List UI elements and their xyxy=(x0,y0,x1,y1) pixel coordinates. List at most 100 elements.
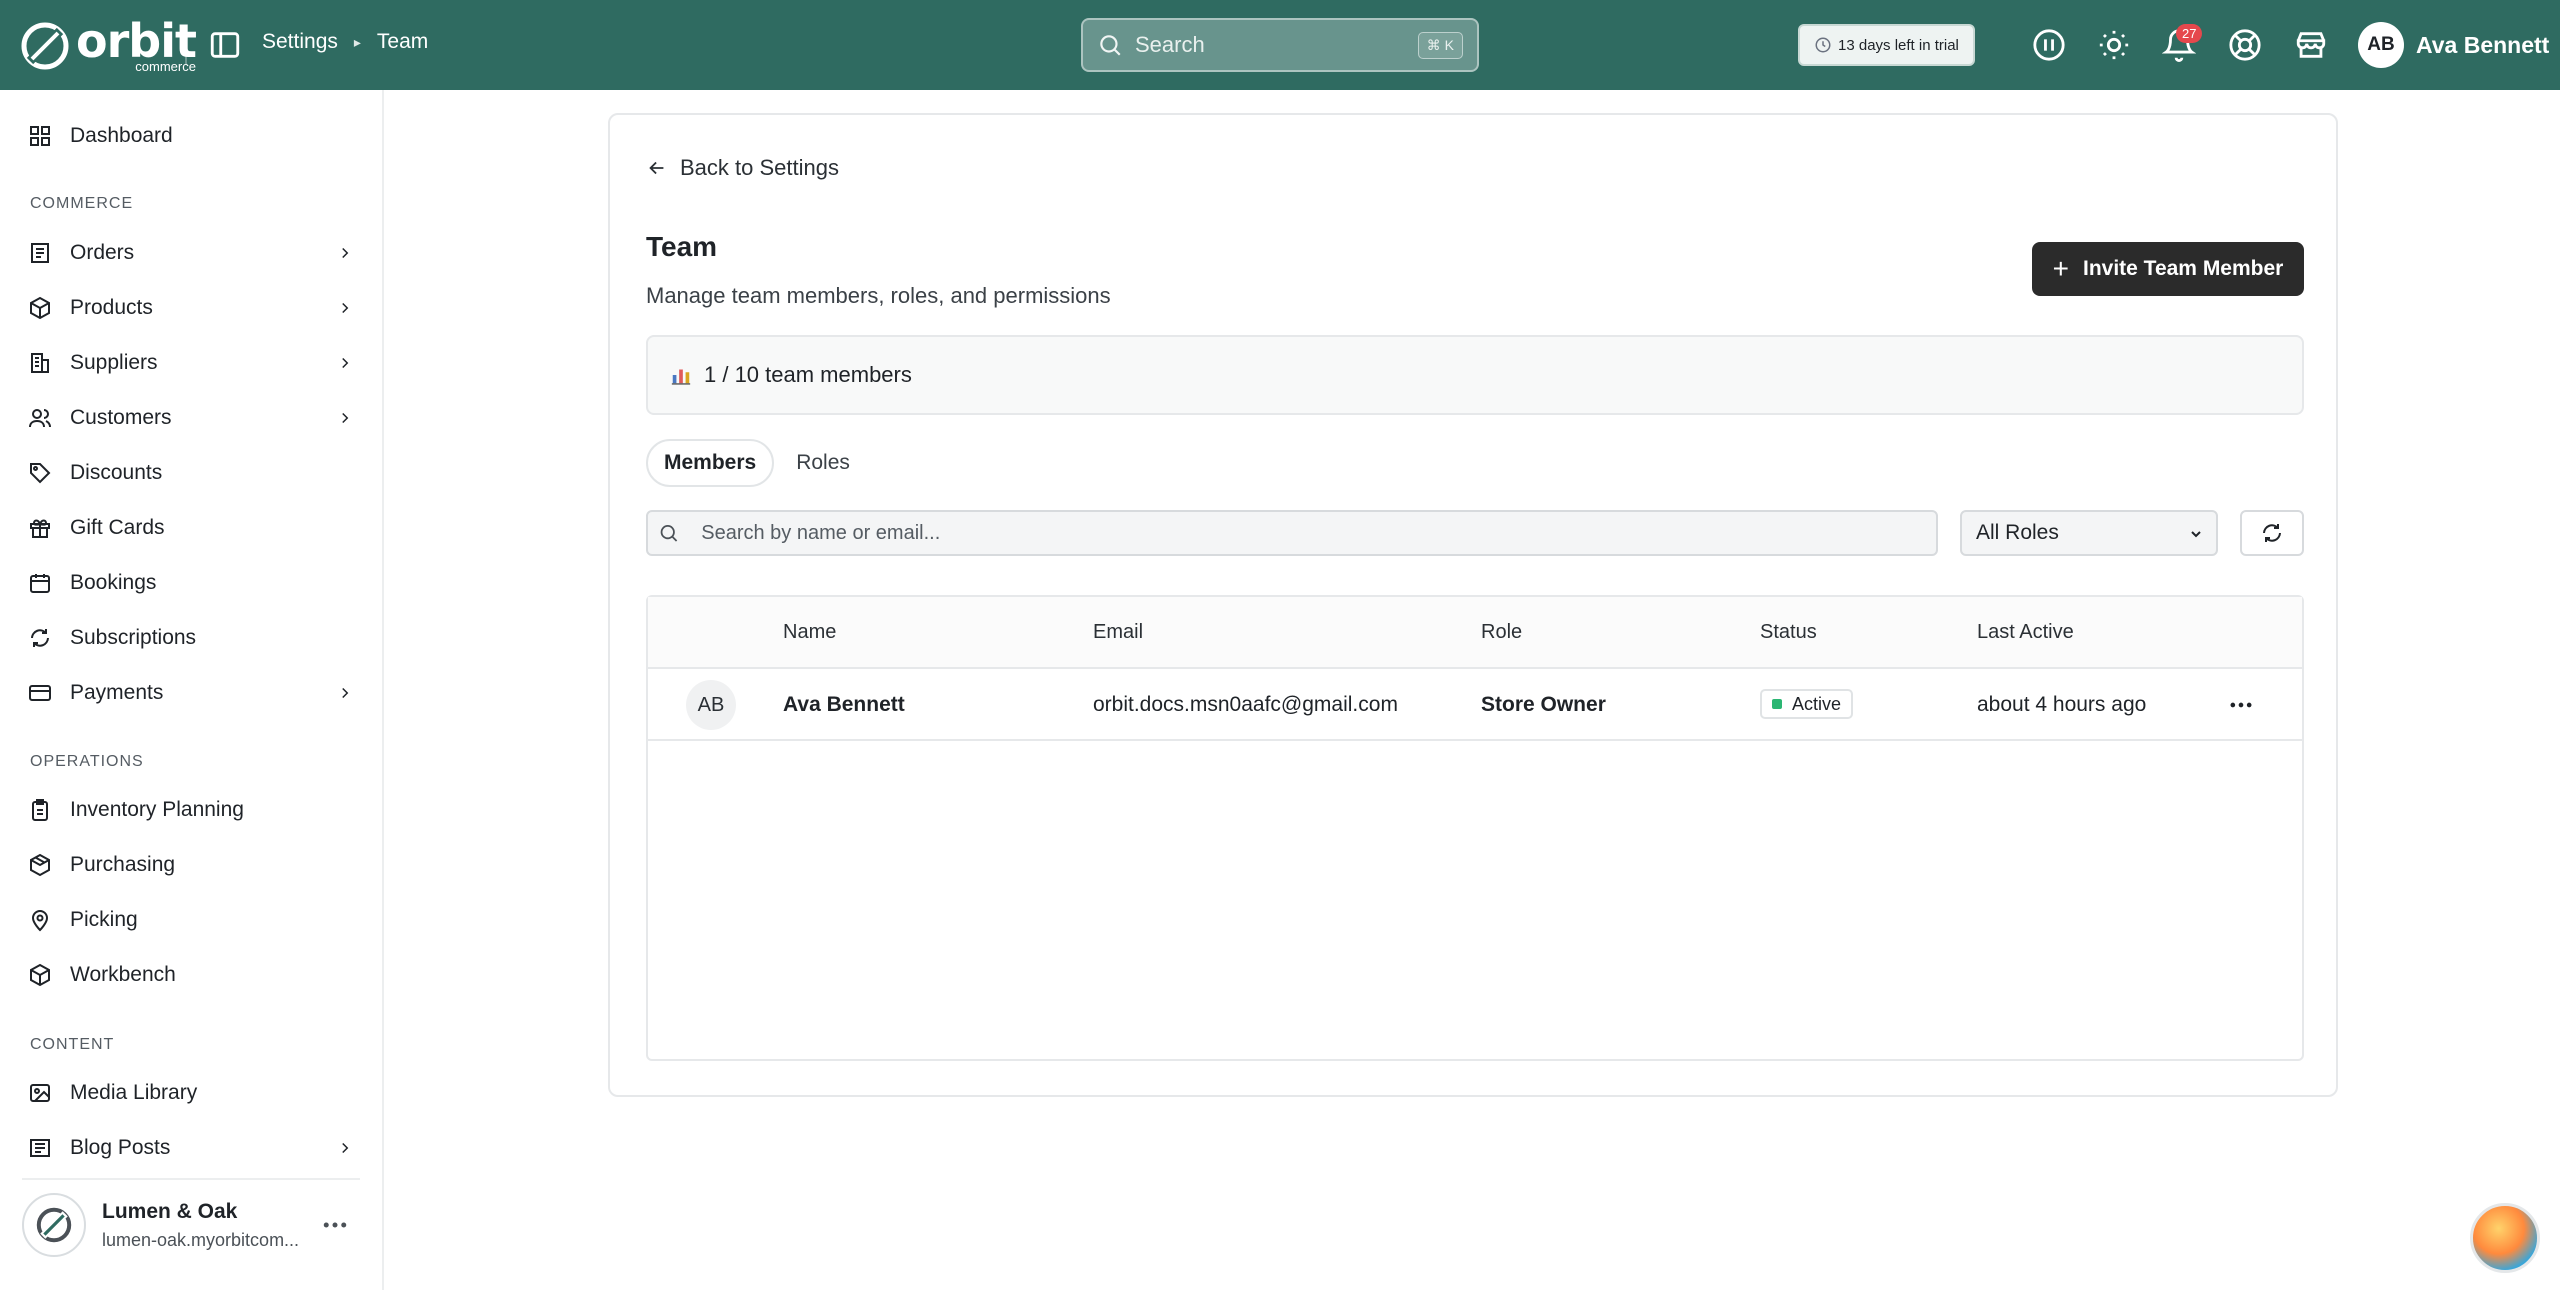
sidebar-item-label: Media Library xyxy=(70,1081,198,1104)
user-name: Ava Bennett xyxy=(2416,31,2550,58)
tab-members[interactable]: Members xyxy=(646,439,775,487)
store-name: Lumen & Oak xyxy=(102,1199,238,1223)
sidebar-item-inventory-planning[interactable]: Inventory Planning xyxy=(28,790,358,830)
brand-logo[interactable]: orbit commerce xyxy=(20,18,197,74)
table-row[interactable]: AB Ava Bennett orbit.docs.msn0aafc@gmail… xyxy=(648,669,2302,741)
member-name: Ava Bennett xyxy=(783,693,905,716)
members-table: Name Email Role Status Last Active AB Av… xyxy=(646,595,2304,1061)
clock-icon xyxy=(1815,37,1831,53)
top-divider xyxy=(185,26,187,64)
chevron-right-icon xyxy=(342,357,349,369)
search-icon xyxy=(1100,35,1121,56)
sidebar-item-label: Suppliers xyxy=(70,351,158,374)
plus-icon: + xyxy=(2052,253,2069,284)
sidebar-item-label: Subscriptions xyxy=(70,626,197,649)
storefront-icon[interactable] xyxy=(2294,28,2328,62)
store-logo-icon xyxy=(22,1193,86,1257)
sidebar-item-dashboard[interactable]: Dashboard xyxy=(28,116,358,156)
building-icon xyxy=(31,353,49,373)
arrow-left-icon xyxy=(649,161,664,175)
chevron-down-icon xyxy=(2191,531,2201,538)
column-header-email[interactable]: Email xyxy=(1093,621,1143,644)
orders-icon xyxy=(31,243,49,263)
clipboard-icon xyxy=(32,799,48,821)
sidebar: Dashboard COMMERCE Orders Products Suppl… xyxy=(0,90,384,1290)
sidebar-item-bookings[interactable]: Bookings xyxy=(28,563,358,603)
box-icon xyxy=(30,296,50,320)
gift-icon xyxy=(30,519,50,538)
invite-label: Invite Team Member xyxy=(2083,257,2284,280)
sidebar-item-label: Discounts xyxy=(70,461,163,484)
column-header-status[interactable]: Status xyxy=(1760,621,1817,644)
sidebar-item-label: Payments xyxy=(70,681,164,704)
global-search[interactable]: Search ⌘ K xyxy=(1081,18,1479,72)
map-pin-icon xyxy=(31,910,49,932)
sidebar-item-purchasing[interactable]: Purchasing xyxy=(28,845,358,885)
sidebar-item-suppliers[interactable]: Suppliers xyxy=(28,343,358,383)
sun-icon[interactable] xyxy=(2097,28,2131,62)
alert-circle-icon[interactable] xyxy=(2032,28,2066,62)
calendar-icon xyxy=(30,574,50,593)
sidebar-item-blog-posts[interactable]: Blog Posts xyxy=(28,1128,358,1168)
bar-chart-icon xyxy=(671,369,691,385)
sidebar-item-label: Customers xyxy=(70,406,172,429)
page-subtitle: Manage team members, roles, and permissi… xyxy=(646,283,1111,308)
store-url: lumen-oak.myorbitcom... xyxy=(102,1229,300,1250)
refresh-button[interactable] xyxy=(2240,510,2304,556)
column-header-name[interactable]: Name xyxy=(783,621,836,644)
sidebar-item-label: Gift Cards xyxy=(70,516,165,539)
notification-count-badge: 27 xyxy=(2176,24,2203,43)
roles-filter-select[interactable]: All Roles xyxy=(1960,510,2218,556)
chevron-right-icon xyxy=(342,412,349,424)
sidebar-item-gift-cards[interactable]: Gift Cards xyxy=(28,508,358,548)
status-label: Active xyxy=(1792,693,1842,714)
member-email: orbit.docs.msn0aafc@gmail.com xyxy=(1093,693,1398,716)
search-placeholder: Search xyxy=(1135,32,1205,57)
help-lifebuoy-icon[interactable] xyxy=(2228,28,2262,62)
table-header: Name Email Role Status Last Active xyxy=(648,597,2302,669)
refresh-cycle-icon xyxy=(31,629,49,647)
invite-team-member-button[interactable]: + Invite Team Member xyxy=(2032,242,2304,296)
store-switcher[interactable]: Lumen & Oak lumen-oak.myorbitcom... xyxy=(22,1178,360,1270)
sidebar-item-subscriptions[interactable]: Subscriptions xyxy=(28,618,358,658)
sidebar-item-picking[interactable]: Picking xyxy=(28,900,358,940)
assistant-launcher-icon[interactable] xyxy=(2470,1203,2540,1273)
user-avatar: AB xyxy=(2358,22,2404,68)
sidebar-item-orders[interactable]: Orders xyxy=(28,233,358,273)
search-icon xyxy=(660,525,678,542)
row-actions-more-icon[interactable] xyxy=(2226,691,2256,719)
trial-badge[interactable]: 13 days left in trial xyxy=(1798,24,1975,66)
page-title: Team xyxy=(646,231,718,262)
status-badge: Active xyxy=(1760,689,1854,719)
sidebar-toggle-icon[interactable] xyxy=(208,28,242,62)
top-bar: orbit commerce Settings ▸ Team Search ⌘ … xyxy=(0,0,2560,90)
member-role: Store Owner xyxy=(1481,693,1606,716)
sidebar-item-media-library[interactable]: Media Library xyxy=(28,1073,358,1113)
cube-icon xyxy=(30,963,50,987)
breadcrumb: Settings ▸ Team xyxy=(262,30,428,54)
sidebar-item-payments[interactable]: Payments xyxy=(28,673,358,713)
column-header-role[interactable]: Role xyxy=(1481,621,1522,644)
sidebar-item-discounts[interactable]: Discounts xyxy=(28,453,358,493)
back-to-settings-link[interactable]: Back to Settings xyxy=(646,155,839,181)
usage-text: 1 / 10 team members xyxy=(704,362,912,387)
dashboard-icon xyxy=(30,126,50,146)
user-menu[interactable]: AB Ava Bennett xyxy=(2358,22,2549,68)
search-shortcut: ⌘ K xyxy=(1417,31,1463,59)
section-title-operations: OPERATIONS xyxy=(30,753,144,770)
sidebar-item-products[interactable]: Products xyxy=(28,288,358,328)
member-search-input[interactable] xyxy=(701,521,1936,545)
breadcrumb-settings[interactable]: Settings xyxy=(262,30,338,54)
newspaper-icon xyxy=(30,1139,50,1157)
tab-roles[interactable]: Roles xyxy=(780,439,866,487)
column-header-last-active[interactable]: Last Active xyxy=(1977,621,2074,644)
more-horizontal-icon[interactable] xyxy=(320,1210,350,1240)
chevron-right-icon xyxy=(342,1142,349,1154)
chevron-right-icon xyxy=(342,247,349,259)
sidebar-item-customers[interactable]: Customers xyxy=(28,398,358,438)
sidebar-item-workbench[interactable]: Workbench xyxy=(28,955,358,995)
tab-bar: Members Roles xyxy=(646,439,866,487)
sidebar-item-label: Blog Posts xyxy=(70,1136,171,1159)
users-icon xyxy=(29,409,51,428)
brand-sub: commerce xyxy=(135,59,196,74)
